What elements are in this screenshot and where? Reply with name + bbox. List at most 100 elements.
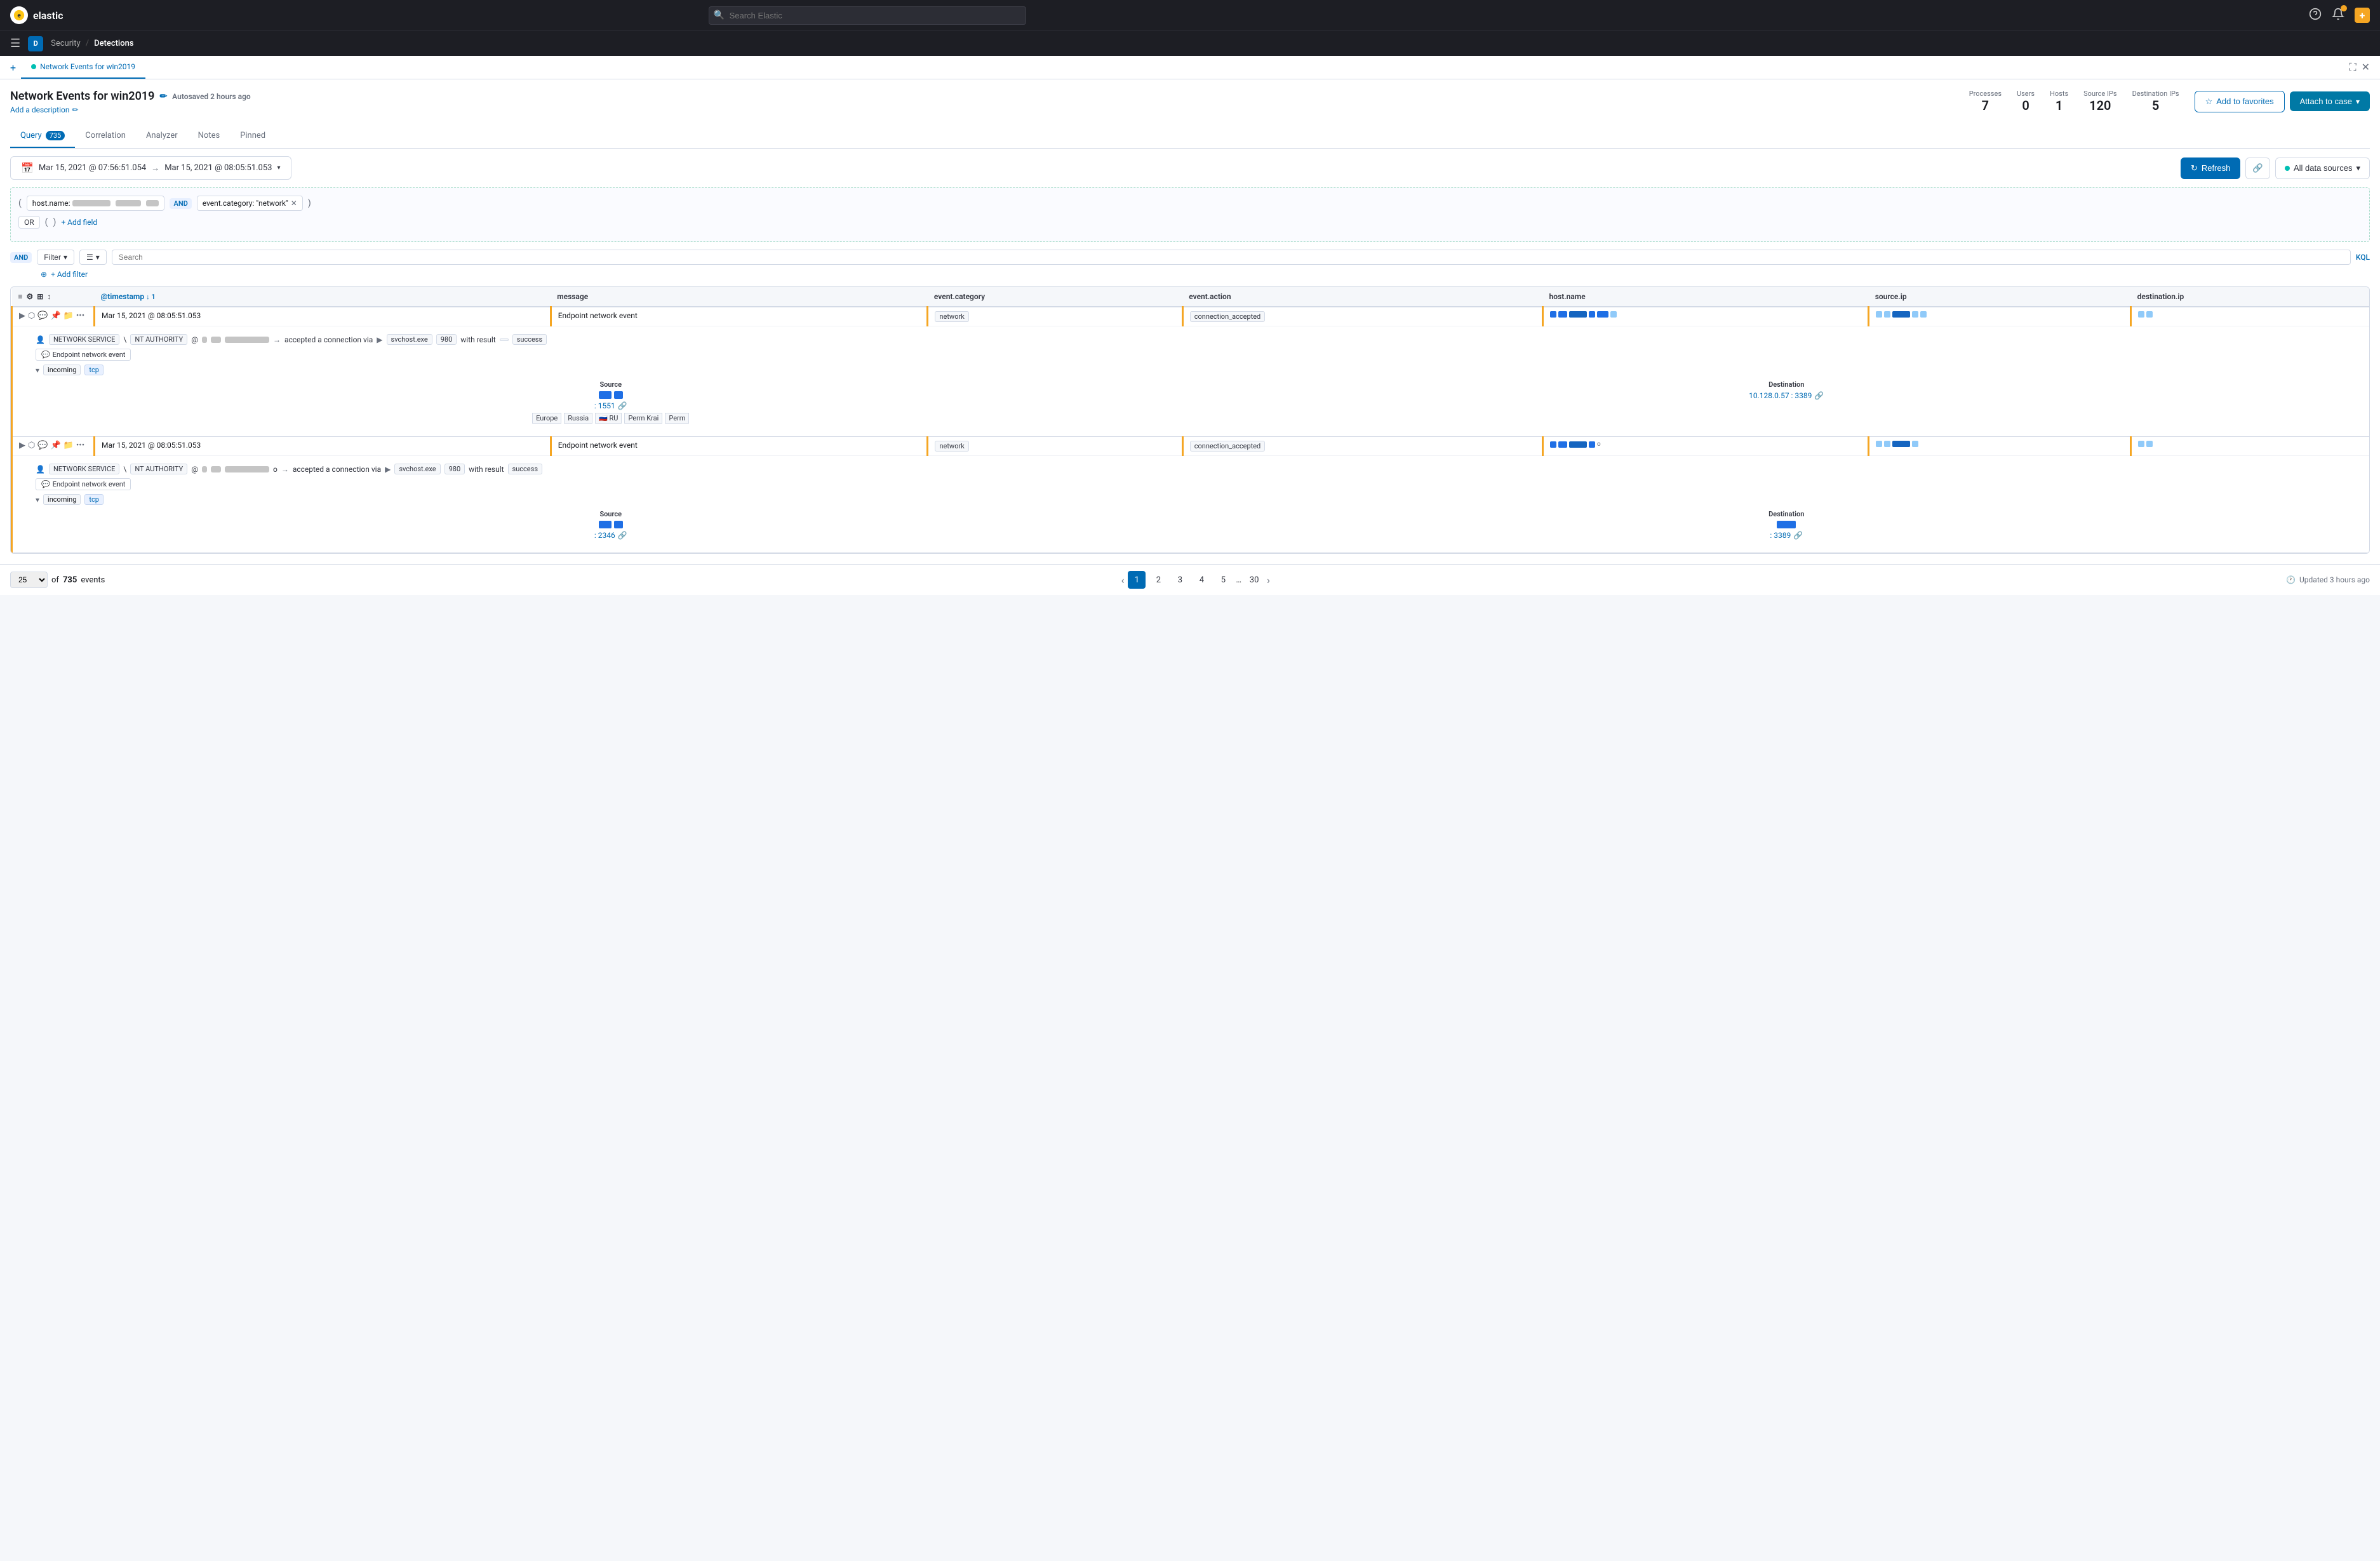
page-3[interactable]: 3 bbox=[1171, 571, 1189, 589]
datasources-label: All data sources bbox=[2294, 163, 2353, 173]
list-view-icon[interactable]: ≡ bbox=[18, 292, 23, 301]
detail-event-line-2: 💬 Endpoint network event bbox=[36, 478, 2362, 490]
tab-correlation[interactable]: Correlation bbox=[75, 124, 136, 148]
open-paren-2: ( bbox=[45, 217, 48, 227]
filter-button[interactable]: Filter ▾ bbox=[37, 250, 74, 265]
notifications-icon[interactable] bbox=[2332, 8, 2344, 23]
destination-title-2: Destination bbox=[1212, 510, 2362, 518]
query-tag-hostname[interactable]: host.name: bbox=[27, 196, 165, 211]
host-redacted-1 bbox=[211, 337, 221, 343]
add-filter-row[interactable]: ⊕ + Add filter bbox=[10, 270, 2370, 279]
add-field-button[interactable]: + Add field bbox=[61, 218, 97, 227]
folder-2-icon[interactable]: 📁 bbox=[64, 441, 74, 450]
pin-2-icon[interactable]: 📌 bbox=[51, 441, 61, 450]
date-bar: 📅 Mar 15, 2021 @ 07:56:51.054 → Mar 15, … bbox=[10, 156, 2370, 180]
comment-icon[interactable]: 💬 bbox=[37, 311, 48, 321]
filter-options-button[interactable]: ☰ ▾ bbox=[79, 250, 107, 265]
expand-row-icon[interactable]: ▶ bbox=[19, 311, 25, 321]
detail-user-line-2: 👤 NETWORK SERVICE \ NT AUTHORITY @ o bbox=[36, 464, 2362, 474]
hamburger-menu-icon[interactable]: ☰ bbox=[10, 37, 20, 50]
page-size-select[interactable]: 25 50 100 bbox=[10, 572, 48, 588]
elastic-logo-icon: e bbox=[10, 6, 28, 24]
col-header-message[interactable]: message bbox=[551, 287, 928, 307]
global-search-input[interactable] bbox=[709, 6, 1026, 25]
col-header-destination-ip[interactable]: destination.ip bbox=[2131, 287, 2369, 307]
add-filter-circle-icon: ⊕ bbox=[41, 270, 47, 279]
edit-title-icon[interactable]: ✏ bbox=[159, 91, 167, 102]
tag-russia: Russia bbox=[564, 413, 592, 424]
add-timeline-tab-icon[interactable]: + bbox=[10, 62, 16, 74]
expand-row-2-icon[interactable]: ▶ bbox=[19, 441, 25, 450]
query-tag-close-icon[interactable]: ✕ bbox=[291, 199, 297, 208]
expanded-detail-cell-2: 👤 NETWORK SERVICE \ NT AUTHORITY @ o bbox=[12, 456, 2370, 553]
stat-hosts: Hosts 1 bbox=[2050, 90, 2068, 113]
timeline-title-row: Network Events for win2019 ✏ Autosaved 2… bbox=[10, 90, 251, 103]
refresh-icon: ↻ bbox=[2191, 163, 2198, 173]
more-icon[interactable]: ••• bbox=[76, 311, 84, 321]
query-or-operator[interactable]: OR bbox=[18, 216, 40, 229]
tab-analyzer[interactable]: Analyzer bbox=[136, 124, 188, 148]
endpoint-event-label: Endpoint network event bbox=[53, 351, 126, 359]
expanded-detail-2: 👤 NETWORK SERVICE \ NT AUTHORITY @ o bbox=[36, 459, 2362, 545]
filter-label: Filter bbox=[44, 253, 61, 262]
investigate-2-icon[interactable]: ⬡ bbox=[28, 441, 35, 450]
sort-icon[interactable]: ↕ bbox=[47, 292, 51, 301]
table-row-expanded-detail-1: 👤 NETWORK SERVICE \ NT AUTHORITY @ → bbox=[12, 326, 2370, 437]
add-icon[interactable]: + bbox=[2355, 8, 2370, 23]
pin-icon[interactable]: 📌 bbox=[51, 311, 61, 321]
page-5[interactable]: 5 bbox=[1214, 571, 1232, 589]
query-tag-category[interactable]: event.category: "network" ✕ bbox=[197, 196, 303, 211]
next-page-icon[interactable]: › bbox=[1267, 574, 1270, 586]
process-icon: ▶ bbox=[377, 335, 382, 344]
tab-notes[interactable]: Notes bbox=[188, 124, 231, 148]
close-timeline-icon[interactable]: ✕ bbox=[2362, 61, 2370, 74]
settings-icon[interactable]: ⚙ bbox=[27, 292, 34, 301]
source-ip-1[interactable]: : 1551 🔗 bbox=[36, 401, 1186, 410]
add-to-favorites-button[interactable]: ☆ Add to favorites bbox=[2195, 91, 2285, 112]
svg-text:e: e bbox=[17, 13, 21, 20]
grid-view-icon[interactable]: ⊞ bbox=[37, 292, 43, 301]
page-30[interactable]: 30 bbox=[1245, 571, 1263, 589]
tab-analyzer-label: Analyzer bbox=[146, 131, 178, 140]
tab-query[interactable]: Query 735 bbox=[10, 124, 75, 148]
destination-ip-value-2[interactable]: : 3389 🔗 bbox=[1212, 531, 2362, 540]
source-ip-value-2[interactable]: : 2346 🔗 bbox=[36, 531, 1186, 540]
page-1[interactable]: 1 bbox=[1128, 571, 1146, 589]
folder-icon[interactable]: 📁 bbox=[64, 311, 74, 321]
investigate-icon[interactable]: ⬡ bbox=[28, 311, 35, 321]
tag-perm-krai: Perm Krai bbox=[624, 413, 662, 424]
kql-label[interactable]: KQL bbox=[2356, 253, 2370, 262]
source-port-2: : 2346 bbox=[594, 531, 615, 540]
date-range-picker[interactable]: 📅 Mar 15, 2021 @ 07:56:51.054 → Mar 15, … bbox=[10, 156, 291, 180]
attach-to-case-button[interactable]: Attach to case ▾ bbox=[2290, 91, 2370, 111]
host-val-icon-2 bbox=[202, 466, 207, 472]
col-header-source-ip[interactable]: source.ip bbox=[1869, 287, 2131, 307]
workspace-avatar[interactable]: D bbox=[28, 36, 43, 51]
col-header-host-name[interactable]: host.name bbox=[1543, 287, 1869, 307]
main-content: Network Events for win2019 ✏ Autosaved 2… bbox=[0, 79, 2380, 564]
refresh-button[interactable]: ↻ Refresh bbox=[2181, 157, 2240, 179]
page-4[interactable]: 4 bbox=[1193, 571, 1210, 589]
tab-pinned[interactable]: Pinned bbox=[230, 124, 276, 148]
add-description-button[interactable]: Add a description ✏ bbox=[10, 105, 251, 114]
col-header-event-action[interactable]: event.action bbox=[1182, 287, 1542, 307]
add-filter-label: + Add filter bbox=[51, 270, 88, 279]
col-header-event-category[interactable]: event.category bbox=[928, 287, 1182, 307]
timeline-tab-active[interactable]: Network Events for win2019 bbox=[21, 56, 145, 79]
elastic-logo[interactable]: e elastic bbox=[10, 6, 63, 24]
filter-search-input[interactable] bbox=[112, 250, 2351, 265]
dest-ip-value-1: 10.128.0.57 : 3389 bbox=[1749, 391, 1812, 400]
of-label: of bbox=[51, 575, 59, 585]
more-2-icon[interactable]: ••• bbox=[76, 441, 84, 450]
breadcrumb-parent[interactable]: Security bbox=[51, 39, 81, 48]
network-grid-2: Source : 2346 🔗 bbox=[36, 510, 2362, 540]
comment-2-icon[interactable]: 💬 bbox=[37, 441, 48, 450]
destination-ip-1[interactable]: 10.128.0.57 : 3389 🔗 bbox=[1212, 391, 2362, 400]
col-header-timestamp[interactable]: @timestamp ↓ 1 bbox=[95, 287, 551, 307]
data-sources-button[interactable]: All data sources ▾ bbox=[2275, 157, 2370, 179]
fullscreen-icon[interactable]: ⛶ bbox=[2349, 61, 2356, 74]
copy-link-button[interactable]: 🔗 bbox=[2245, 157, 2270, 179]
prev-page-icon[interactable]: ‹ bbox=[1121, 574, 1125, 586]
page-2[interactable]: 2 bbox=[1149, 571, 1167, 589]
help-icon[interactable] bbox=[2309, 8, 2322, 23]
